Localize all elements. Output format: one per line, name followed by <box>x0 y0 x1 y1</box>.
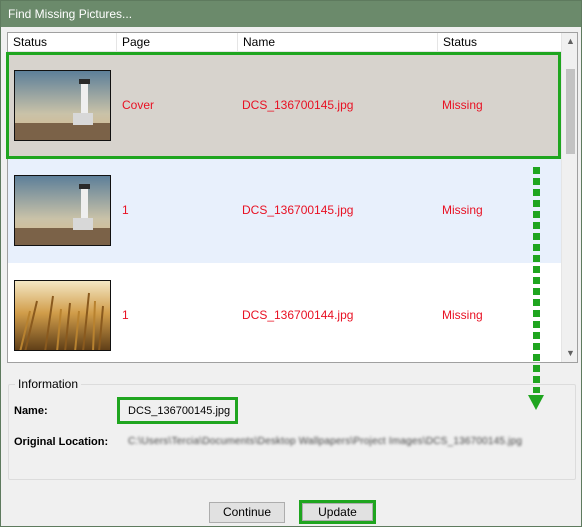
information-group <box>8 384 576 480</box>
dialog-title: Find Missing Pictures... <box>1 1 581 27</box>
list-item[interactable]: 1 DCS_136700145.jpg Missing <box>8 158 561 263</box>
column-header-status-2[interactable]: Status <box>438 33 561 52</box>
scrollbar-thumb[interactable] <box>566 69 575 154</box>
list-item[interactable]: 1 DCS_136700144.jpg Missing <box>8 263 561 362</box>
original-location-label: Original Location: <box>14 436 109 448</box>
list-header: Status Page Name Status <box>8 33 561 52</box>
scroll-up-icon[interactable]: ▲ <box>562 33 577 50</box>
row-page: 1 <box>122 203 129 217</box>
row-status: Missing <box>442 308 483 322</box>
wheat-field-thumbnail <box>14 280 111 351</box>
column-header-name[interactable]: Name <box>238 33 438 52</box>
selected-row-highlight <box>6 52 561 159</box>
row-status: Missing <box>442 203 483 217</box>
arrow-down-icon <box>528 395 544 410</box>
vertical-scrollbar[interactable]: ▲ ▼ <box>561 33 577 362</box>
scroll-down-icon[interactable]: ▼ <box>562 345 577 362</box>
column-header-status[interactable]: Status <box>8 33 117 52</box>
row-name: DCS_136700145.jpg <box>242 203 354 217</box>
original-location-value: C:\Users\Tercia\Documents\Desktop Wallpa… <box>128 436 523 447</box>
continue-button[interactable]: Continue <box>209 502 285 523</box>
update-button-highlight <box>299 500 376 524</box>
information-legend: Information <box>15 377 82 391</box>
row-page: 1 <box>122 308 129 322</box>
row-name: DCS_136700144.jpg <box>242 308 354 322</box>
lighthouse-thumbnail <box>14 175 111 246</box>
column-header-page[interactable]: Page <box>117 33 238 52</box>
name-value-highlight <box>117 397 238 424</box>
dotted-arrow-line <box>533 167 540 393</box>
find-missing-pictures-dialog: Find Missing Pictures... Status Page Nam… <box>0 0 582 527</box>
name-label: Name: <box>14 405 48 417</box>
